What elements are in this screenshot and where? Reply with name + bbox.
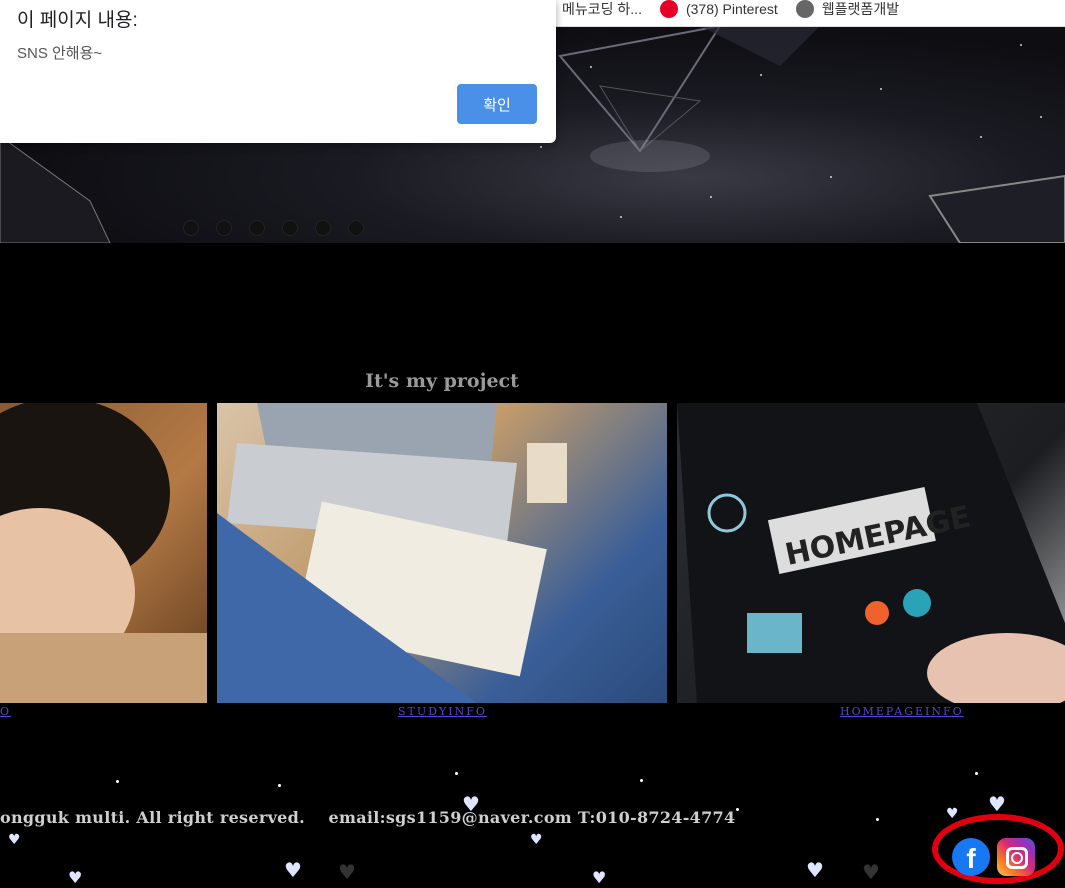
- dialog-title: 이 페이지 내용:: [17, 10, 138, 31]
- project-link[interactable]: STUDYINFO: [398, 705, 487, 718]
- facebook-icon[interactable]: f: [952, 838, 990, 876]
- slider-dot[interactable]: [183, 220, 199, 236]
- slider-dot[interactable]: [249, 220, 265, 236]
- pinterest-icon: [659, 0, 678, 18]
- dialog-message: SNS 안해용~: [17, 45, 103, 62]
- heart-decoration: ♥: [530, 832, 543, 848]
- heart-decoration: ♥: [338, 860, 356, 884]
- sparkle-decoration: [455, 772, 458, 775]
- heart-decoration: ♥: [8, 832, 21, 848]
- heart-decoration: ♥: [592, 868, 607, 887]
- globe-icon: [795, 0, 814, 18]
- bookmark-item[interactable]: 메뉴코딩 하...: [562, 0, 642, 19]
- portrait-photo: [0, 403, 207, 703]
- project-card-image[interactable]: [217, 403, 667, 703]
- bookmark-item[interactable]: 웹플랫폼개발: [795, 0, 900, 19]
- slider-dot[interactable]: [216, 220, 232, 236]
- bookmark-label: 메뉴코딩 하...: [562, 1, 642, 17]
- ok-button[interactable]: 확인: [457, 84, 537, 124]
- bookmark-item[interactable]: (378) Pinterest: [659, 0, 778, 18]
- heart-decoration: ♥: [806, 858, 824, 882]
- sparkle-decoration: [876, 818, 879, 821]
- heart-decoration: ♥: [946, 806, 959, 822]
- copyright-text: ongguk multi. All right reserved.: [0, 808, 306, 827]
- slider-dot[interactable]: [315, 220, 331, 236]
- section-title: It's my project: [365, 370, 519, 392]
- sparkle-decoration: [640, 779, 643, 782]
- homepage-photo: HOMEPAGE: [677, 403, 1065, 703]
- heart-decoration: ♥: [862, 860, 880, 884]
- slider-dot[interactable]: [282, 220, 298, 236]
- heart-decoration: ♥: [68, 868, 83, 887]
- slider-dot[interactable]: [348, 220, 364, 236]
- study-photo: [217, 403, 567, 703]
- sparkle-decoration: [116, 780, 119, 783]
- bookmark-label: 웹플랫폼개발: [821, 1, 900, 17]
- project-link[interactable]: HOMEPAGEINFO: [840, 705, 964, 718]
- footer-text: ongguk multi. All right reserved. email:…: [0, 808, 735, 827]
- bookmark-label: (378) Pinterest: [685, 1, 778, 17]
- project-link[interactable]: O: [0, 705, 11, 718]
- alert-dialog: 이 페이지 내용: SNS 안해용~ 확인: [0, 0, 556, 143]
- contact-text: email:sgs1159@naver.com T:010-8724-4774: [328, 808, 736, 827]
- slider-dots: [183, 220, 364, 236]
- sparkle-decoration: [278, 784, 281, 787]
- bookmarks-bar: 메뉴코딩 하... (378) Pinterest 웹플랫폼개발: [540, 0, 1065, 27]
- heart-decoration: ♥: [988, 792, 1006, 816]
- sparkle-decoration: [975, 772, 978, 775]
- instagram-icon[interactable]: [997, 838, 1035, 876]
- project-card-image[interactable]: [0, 403, 207, 703]
- heart-decoration: ♥: [284, 858, 302, 882]
- sparkle-decoration: [736, 808, 739, 811]
- project-card-image[interactable]: HOMEPAGE: [677, 403, 1065, 703]
